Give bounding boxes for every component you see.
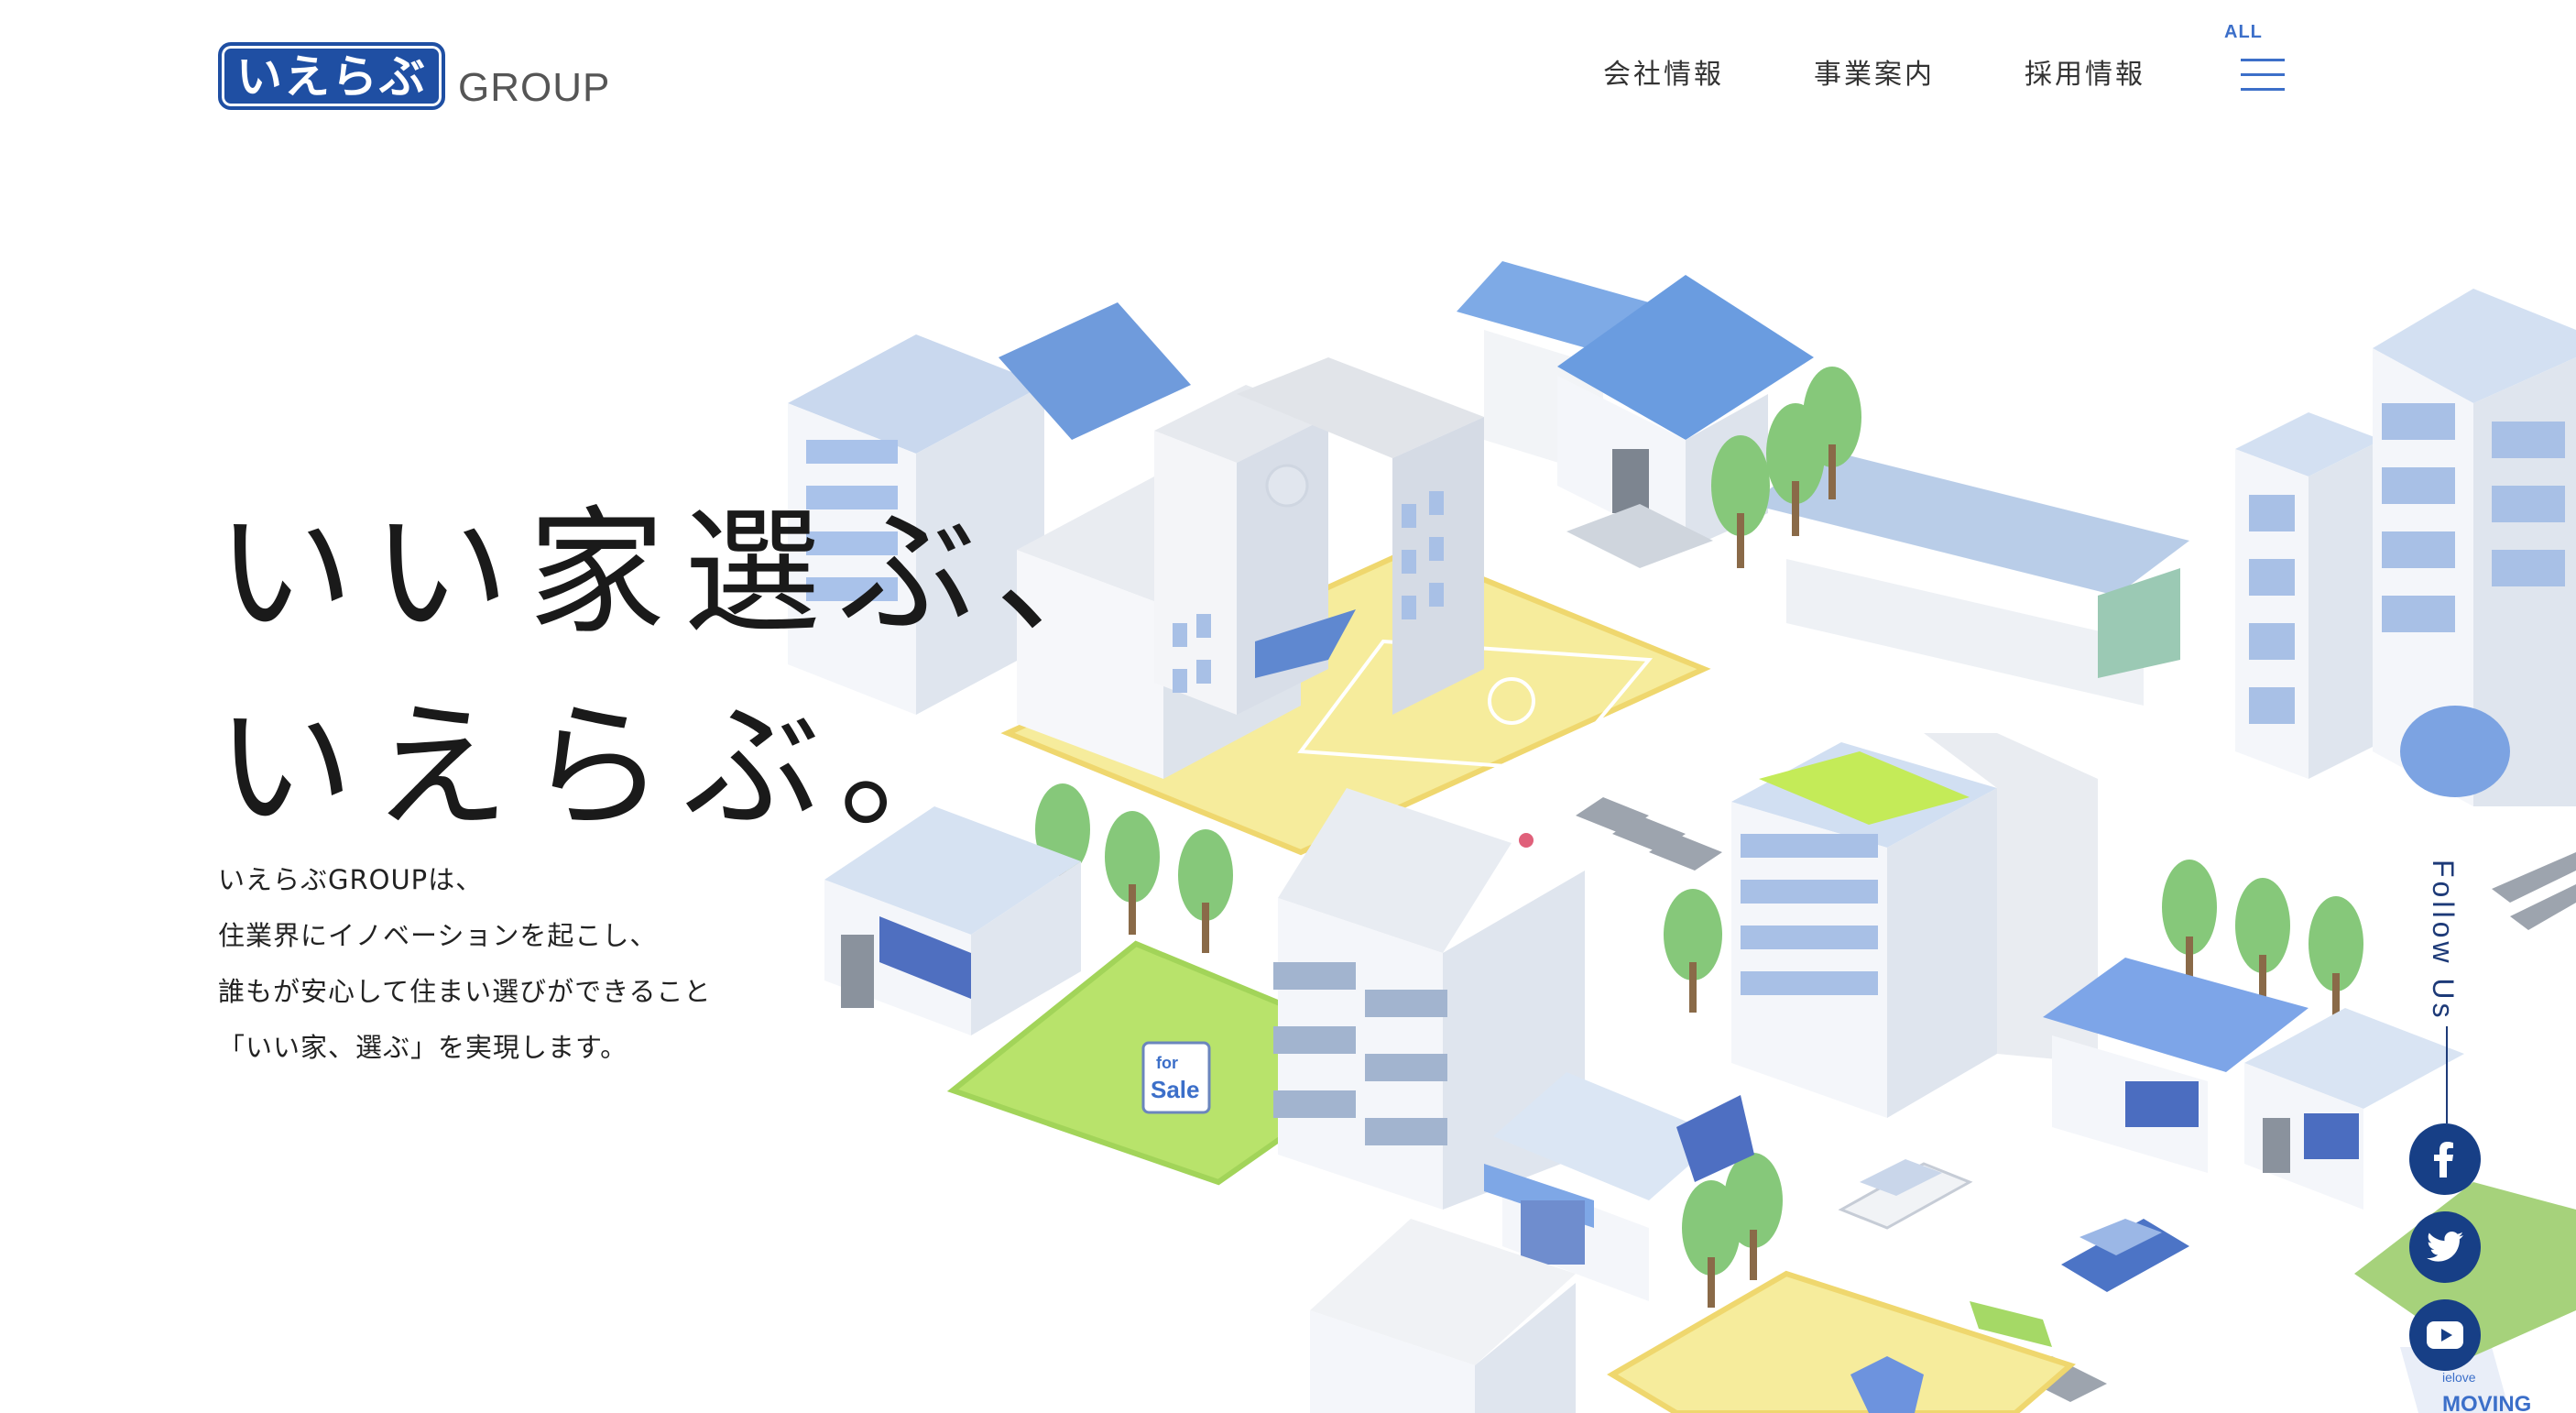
menu-all-label: ALL [2224, 22, 2263, 42]
trees [1035, 367, 2576, 1308]
for-sale-sign-line1: for [1156, 1054, 1178, 1072]
grass-lot: for Sale [946, 940, 1408, 1186]
global-nav: 会社情報 事業案内 採用情報 [1603, 57, 2235, 93]
building-bottom [1310, 1219, 1576, 1413]
facebook-link[interactable] [2409, 1123, 2481, 1195]
twitter-icon [2427, 1232, 2463, 1262]
shop-right [2043, 958, 2464, 1210]
catch-line-1: いい家選ぶ、 [216, 494, 1152, 653]
nav-company[interactable]: 会社情報 [1603, 57, 1724, 93]
hero-catchphrase: いい家選ぶ、 いえらぶ。 [216, 476, 1151, 865]
follow-divider [2446, 1026, 2448, 1123]
nav-recruit[interactable]: 採用情報 [2025, 57, 2145, 93]
follow-us-label: Follow Us [2427, 860, 2460, 1022]
nav-business[interactable]: 事業案内 [1814, 57, 1935, 93]
building-right [2235, 289, 2576, 806]
site-logo[interactable]: いえらぶ GROUP [218, 42, 610, 110]
lead-line: 誰もが安心して住まい選びができること [218, 976, 712, 1007]
playground [1607, 1270, 2076, 1413]
youtube-icon [2427, 1321, 2463, 1349]
facebook-icon [2434, 1142, 2453, 1178]
house-top [1457, 261, 1814, 568]
lead-line: 住業界にイノベーションを起こし、 [218, 920, 658, 951]
lead-line: いえらぶGROUPは、 [218, 864, 484, 895]
truck-label-line1: ielove [2442, 1370, 2476, 1385]
hero-lead-text: いえらぶGROUPは、 住業界にイノベーションを起こし、 誰もが安心して住まい選… [218, 852, 712, 1076]
logo-mark: いえらぶ [218, 42, 445, 110]
catch-line-2: いえらぶ。 [216, 688, 996, 848]
twitter-link[interactable] [2409, 1211, 2481, 1283]
shop [1484, 1072, 1754, 1301]
moving-truck: ielove MOVING [2354, 1182, 2576, 1413]
for-sale-sign-line2: Sale [1151, 1076, 1200, 1103]
lead-line: 「いい家、選ぶ」を実現します。 [218, 1032, 628, 1063]
truck-label-line2: MOVING [2442, 1392, 2531, 1413]
white-car [1838, 1159, 1973, 1230]
youtube-link[interactable] [2409, 1299, 2481, 1371]
blue-car [2061, 1219, 2189, 1292]
all-menu-button[interactable]: ALL [2221, 22, 2285, 95]
logo-group-text: GROUP [458, 65, 611, 110]
office-center [1731, 733, 2098, 1118]
shelter [1750, 449, 2189, 706]
apartment [1273, 788, 1585, 1210]
